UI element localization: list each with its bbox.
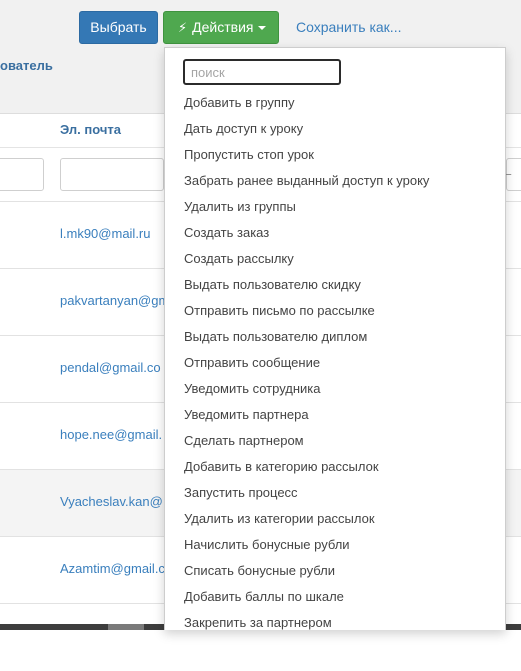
menu-item-grant-lesson-access[interactable]: Дать доступ к уроку <box>184 116 429 142</box>
row-email[interactable]: Vyacheslav.kan@ <box>60 494 163 509</box>
row-email[interactable]: l.mk90@mail.ru <box>60 226 151 241</box>
menu-item-skip-stop-lesson[interactable]: Пропустить стоп урок <box>184 142 429 168</box>
menu-item-send-message[interactable]: Отправить сообщение <box>184 350 429 376</box>
row-email[interactable]: pakvartanyan@gm <box>60 293 169 308</box>
menu-item-remove-from-mailing-category[interactable]: Удалить из категории рассылок <box>184 506 429 532</box>
row-email[interactable]: Azamtim@gmail.c <box>60 561 165 576</box>
menu-item-add-bonus-rubles[interactable]: Начислить бонусные рубли <box>184 532 429 558</box>
lightning-icon: ⚡︎ <box>178 20 188 35</box>
choose-button[interactable]: Выбрать <box>79 11 158 44</box>
menu-item-give-diploma[interactable]: Выдать пользователю диплом <box>184 324 429 350</box>
menu-item-give-discount[interactable]: Выдать пользователю скидку <box>184 272 429 298</box>
menu-item-remove-from-group[interactable]: Удалить из группы <box>184 194 429 220</box>
menu-item-add-to-group[interactable]: Добавить в группу <box>184 90 429 116</box>
menu-item-start-process[interactable]: Запустить процесс <box>184 480 429 506</box>
email-filter-input[interactable] <box>60 158 164 191</box>
user-column-header[interactable]: ователь <box>0 58 53 73</box>
menu-item-notify-employee[interactable]: Уведомить сотрудника <box>184 376 429 402</box>
actions-button-label: Действия <box>192 19 254 35</box>
menu-item-notify-partner[interactable]: Уведомить партнера <box>184 402 429 428</box>
save-as-link[interactable]: Сохранить как... <box>296 19 401 35</box>
menu-item-add-to-mailing-category[interactable]: Добавить в категорию рассылок <box>184 454 429 480</box>
email-column-header[interactable]: Эл. почта <box>60 122 121 137</box>
menu-item-assign-to-partner[interactable]: Закрепить за партнером <box>184 610 429 630</box>
menu-item-create-mailing[interactable]: Создать рассылку <box>184 246 429 272</box>
row-email[interactable]: hope.nee@gmail. <box>60 427 162 442</box>
actions-dropdown-button[interactable]: ⚡︎ Действия <box>163 11 279 44</box>
taskbar-item[interactable] <box>108 624 144 630</box>
menu-item-make-partner[interactable]: Сделать партнером <box>184 428 429 454</box>
user-filter-input[interactable] <box>0 158 44 191</box>
menu-item-revoke-lesson-access[interactable]: Забрать ранее выданный доступ к уроку <box>184 168 429 194</box>
actions-menu-list: Добавить в группу Дать доступ к уроку Пр… <box>184 90 429 630</box>
menu-item-deduct-bonus-rubles[interactable]: Списать бонусные рубли <box>184 558 429 584</box>
row-email[interactable]: pendal@gmail.co <box>60 360 161 375</box>
menu-item-add-scale-points[interactable]: Добавить баллы по шкале <box>184 584 429 610</box>
menu-item-create-order[interactable]: Создать заказ <box>184 220 429 246</box>
menu-item-send-mailing-letter[interactable]: Отправить письмо по рассылке <box>184 298 429 324</box>
dropdown-search-input[interactable] <box>183 59 341 85</box>
actions-dropdown-menu: Добавить в группу Дать доступ к уроку Пр… <box>164 47 506 630</box>
caret-down-icon <box>258 26 267 31</box>
